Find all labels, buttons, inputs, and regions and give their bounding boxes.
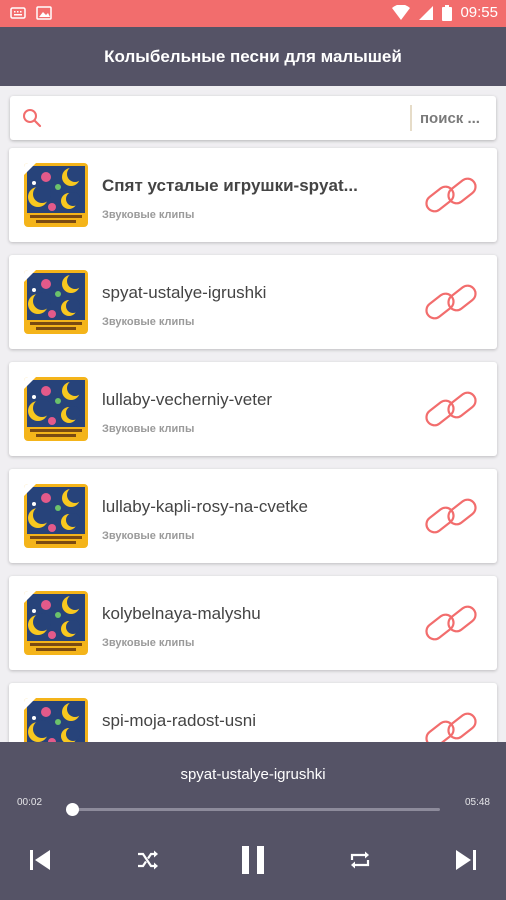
pause-icon [242, 846, 264, 874]
repeat-button[interactable] [338, 840, 382, 880]
search-divider [410, 105, 412, 131]
now-playing-title: spyat-ustalye-igrushki [180, 766, 326, 783]
battery-icon [442, 4, 453, 21]
search-input[interactable] [420, 106, 490, 130]
clip-thumbnail [24, 270, 88, 334]
seek-thumb[interactable] [66, 803, 80, 816]
list-item[interactable]: spyat-ustalye-igrushki Звуковые клипы [9, 255, 497, 349]
list-item[interactable]: lullaby-kapli-rosy-na-cvetke Звуковые кл… [9, 469, 497, 563]
status-time: 09:55 [460, 4, 498, 21]
repeat-icon [350, 851, 370, 869]
seek-bar[interactable] [66, 803, 440, 816]
list-item[interactable]: Спят усталые игрушки-spyat... Звуковые к… [9, 148, 497, 242]
item-subtitle: Звуковые клипы [102, 637, 195, 649]
clip-thumbnail [24, 163, 88, 227]
status-bar: 09:55 [0, 0, 506, 27]
elapsed-time: 00:02 [17, 797, 43, 808]
link-icon[interactable] [421, 385, 481, 438]
item-subtitle: Звуковые клипы [102, 316, 195, 328]
clip-thumbnail [24, 484, 88, 548]
clip-thumbnail [24, 377, 88, 441]
music-player: spyat-ustalye-igrushki 00:02 05:48 [0, 742, 506, 900]
list-item[interactable]: kolybelnaya-malyshu Звуковые клипы [9, 576, 497, 670]
next-button[interactable] [444, 840, 488, 880]
link-icon[interactable] [421, 492, 481, 545]
item-title: lullaby-vecherniy-veter [102, 390, 273, 409]
link-icon[interactable] [421, 599, 481, 652]
item-title: kolybelnaya-malyshu [102, 604, 261, 623]
shuffle-button[interactable] [125, 840, 169, 880]
keyboard-icon [10, 7, 26, 19]
item-subtitle: Звуковые клипы [102, 209, 195, 221]
link-icon[interactable] [421, 278, 481, 331]
item-title: spyat-ustalye-igrushki [102, 283, 267, 302]
search-bar[interactable] [10, 96, 496, 140]
image-icon [36, 6, 52, 20]
skip-next-icon [456, 850, 476, 870]
item-title: lullaby-kapli-rosy-na-cvetke [102, 497, 308, 516]
app-bar: Колыбельные песни для малышей [0, 27, 506, 86]
item-title: Спят усталые игрушки-spyat... [102, 176, 358, 195]
link-icon[interactable] [421, 171, 481, 224]
item-title: spi-moja-radost-usni [102, 711, 256, 730]
pause-button[interactable] [231, 840, 275, 880]
signal-icon [419, 5, 434, 20]
page-title: Колыбельные песни для малышей [104, 46, 402, 66]
wifi-icon [392, 4, 411, 20]
item-subtitle: Звуковые клипы [102, 530, 195, 542]
skip-previous-icon [30, 850, 50, 870]
search-icon[interactable] [22, 108, 42, 128]
item-subtitle: Звуковые клипы [102, 423, 195, 435]
shuffle-icon [138, 850, 158, 870]
list-item[interactable]: lullaby-vecherniy-veter Звуковые клипы [9, 362, 497, 456]
duration-time: 05:48 [464, 797, 490, 808]
previous-button[interactable] [18, 840, 62, 880]
clip-thumbnail [24, 591, 88, 655]
